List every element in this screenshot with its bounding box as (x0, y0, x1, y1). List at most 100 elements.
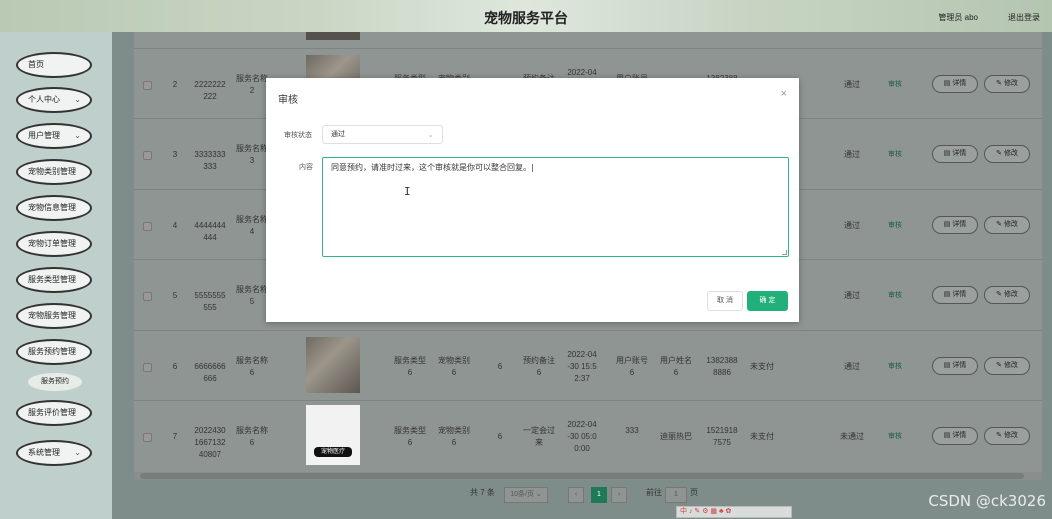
sidebar: 首页个人中心 ⌄ 用户管理 ⌄ 宠物类别管理 宠物信息管理宠物订单管理服务类型管理 宠物服务… (0, 32, 112, 519)
content-label: 内容 (299, 164, 313, 171)
chevron-right-icon: › (617, 491, 621, 498)
pet-photo (306, 337, 360, 393)
page-size-select[interactable]: 10条/页 ⌄ (504, 487, 548, 503)
row-checkbox[interactable] (143, 151, 152, 160)
quantity: 6 (497, 362, 503, 371)
sidebar-item-label: 系统管理 (28, 448, 60, 457)
detail-button[interactable]: ▤ 详情 (932, 427, 978, 445)
sidebar-item[interactable]: 用户管理 ⌄ (16, 123, 92, 149)
chevron-down-icon: ⌄ (74, 131, 81, 140)
sidebar-item[interactable]: 首页 (16, 52, 92, 78)
row-index: 7 (172, 432, 178, 441)
table-row: 6 6666666 666 服务名称 6 服务类型 6 宠物类别 6 6 预约备注 6 202… (134, 330, 1042, 400)
audit-link[interactable]: 审核 (888, 290, 902, 300)
horizontal-scrollbar[interactable] (134, 472, 1042, 480)
detail-button[interactable]: ▤ 详情 (932, 216, 978, 234)
row-checkbox[interactable] (143, 222, 152, 231)
row-index: 5 (172, 291, 178, 300)
sidebar-item[interactable]: 服务类型管理 (16, 267, 92, 293)
quantity: 6 (497, 432, 503, 441)
payment-status: 未支付 (750, 362, 774, 371)
row-index: 6 (172, 362, 178, 371)
order-number: 2022430 1667132 40807 (194, 426, 226, 459)
service-type: 服务类型 6 (394, 356, 426, 377)
confirm-button[interactable]: 确 定 (747, 291, 788, 311)
audit-link[interactable]: 审核 (888, 431, 902, 441)
goto-page-input[interactable]: 1 (665, 487, 687, 503)
logout-link[interactable]: 退出登录 (1008, 12, 1040, 23)
sidebar-item[interactable]: 宠物服务管理 (16, 303, 92, 329)
service-name: 服务名称 6 (236, 426, 268, 447)
edit-button[interactable]: ✎ 修改 (984, 286, 1030, 304)
chevron-down-icon: ⌄ (535, 491, 542, 498)
audit-link[interactable]: 审核 (888, 79, 902, 89)
detail-button[interactable]: ▤ 详情 (932, 75, 978, 93)
audit-link[interactable]: 审核 (888, 149, 902, 159)
audit-link[interactable]: 审核 (888, 220, 902, 230)
sidebar-item[interactable]: 服务预约管理 (16, 339, 92, 365)
audit-link[interactable]: 审核 (888, 361, 902, 371)
row-index: 3 (172, 150, 178, 159)
sidebar-item[interactable]: 宠物订单管理 (16, 231, 92, 257)
prev-page-button[interactable]: ‹ (568, 487, 584, 503)
status-select[interactable]: 通过 ⌄ (322, 125, 443, 144)
detail-label: 详情 (952, 362, 967, 369)
app-title: 宠物服务平台 (484, 11, 568, 27)
next-page-button[interactable]: › (611, 487, 627, 503)
edit-label: 修改 (1003, 432, 1018, 439)
sidebar-subitem[interactable]: 服务预约 (28, 373, 82, 391)
pet-category: 宠物类别 6 (438, 426, 470, 447)
edit-button[interactable]: ✎ 修改 (984, 427, 1030, 445)
detail-button[interactable]: ▤ 详情 (932, 357, 978, 375)
document-icon: ▤ (943, 291, 951, 298)
text-cursor-icon: I (404, 185, 411, 198)
row-checkbox[interactable] (143, 81, 152, 90)
sidebar-item[interactable]: 宠物类别管理 (16, 159, 92, 185)
booking-time: 2022-04 -30 15:5 2:37 (567, 350, 597, 383)
sidebar-item[interactable]: 系统管理 ⌄ (16, 440, 92, 466)
sidebar-item-label: 首页 (28, 60, 44, 69)
ime-toolbar[interactable]: 中 ♪ ✎ ⚙ ▦ ♣ ✿ (676, 506, 792, 518)
sidebar-item-label: 宠物服务管理 (28, 311, 76, 320)
detail-button[interactable]: ▤ 详情 (932, 286, 978, 304)
status-label: 审核状态 (284, 132, 312, 139)
detail-label: 详情 (952, 291, 967, 298)
goto-label: 前往 (646, 488, 662, 497)
row-checkbox[interactable] (143, 292, 152, 301)
content-textarea[interactable]: 同意预约，请准时过来，这个审核就是你可以整合回复。| (322, 157, 789, 257)
page-number-current[interactable]: 1 (591, 487, 607, 503)
document-icon: ▤ (943, 362, 951, 369)
edit-label: 修改 (1003, 221, 1018, 228)
sidebar-item[interactable]: 宠物信息管理 (16, 195, 92, 221)
pet-category: 宠物类别 6 (438, 356, 470, 377)
scrollbar-thumb[interactable] (140, 473, 1024, 479)
user-account: 333 (625, 426, 639, 435)
edit-label: 修改 (1003, 80, 1018, 87)
edit-button[interactable]: ✎ 修改 (984, 145, 1030, 163)
edit-button[interactable]: ✎ 修改 (984, 216, 1030, 234)
pencil-icon: ✎ (996, 291, 1002, 298)
sidebar-item[interactable]: 个人中心 ⌄ (16, 87, 92, 113)
sidebar-item[interactable]: 服务评价管理 (16, 400, 92, 426)
user-name: 迪丽热巴 (660, 432, 692, 441)
sidebar-item-label: 用户管理 (28, 131, 60, 140)
detail-button[interactable]: ▤ 详情 (932, 145, 978, 163)
edit-button[interactable]: ✎ 修改 (984, 357, 1030, 375)
booking-note: 一定会过 来 (523, 426, 555, 447)
chevron-down-icon: ⌄ (74, 95, 81, 104)
row-checkbox[interactable] (143, 363, 152, 372)
sidebar-item-label: 宠物类别管理 (28, 167, 76, 176)
cancel-button[interactable]: 取 消 (707, 291, 743, 311)
row-checkbox[interactable] (143, 433, 152, 442)
document-icon: ▤ (943, 150, 951, 157)
pet-logo-image: 宠物医疗 (306, 405, 360, 465)
sidebar-item-label: 服务类型管理 (28, 275, 76, 284)
close-icon[interactable]: × (781, 88, 787, 100)
row-index: 2 (172, 80, 178, 89)
audit-status: 通过 (844, 362, 860, 371)
edit-button[interactable]: ✎ 修改 (984, 75, 1030, 93)
sidebar-item-label: 服务评价管理 (28, 408, 76, 417)
edit-label: 修改 (1003, 150, 1018, 157)
resize-handle-icon[interactable] (782, 250, 787, 255)
sidebar-item-label: 宠物信息管理 (28, 203, 76, 212)
